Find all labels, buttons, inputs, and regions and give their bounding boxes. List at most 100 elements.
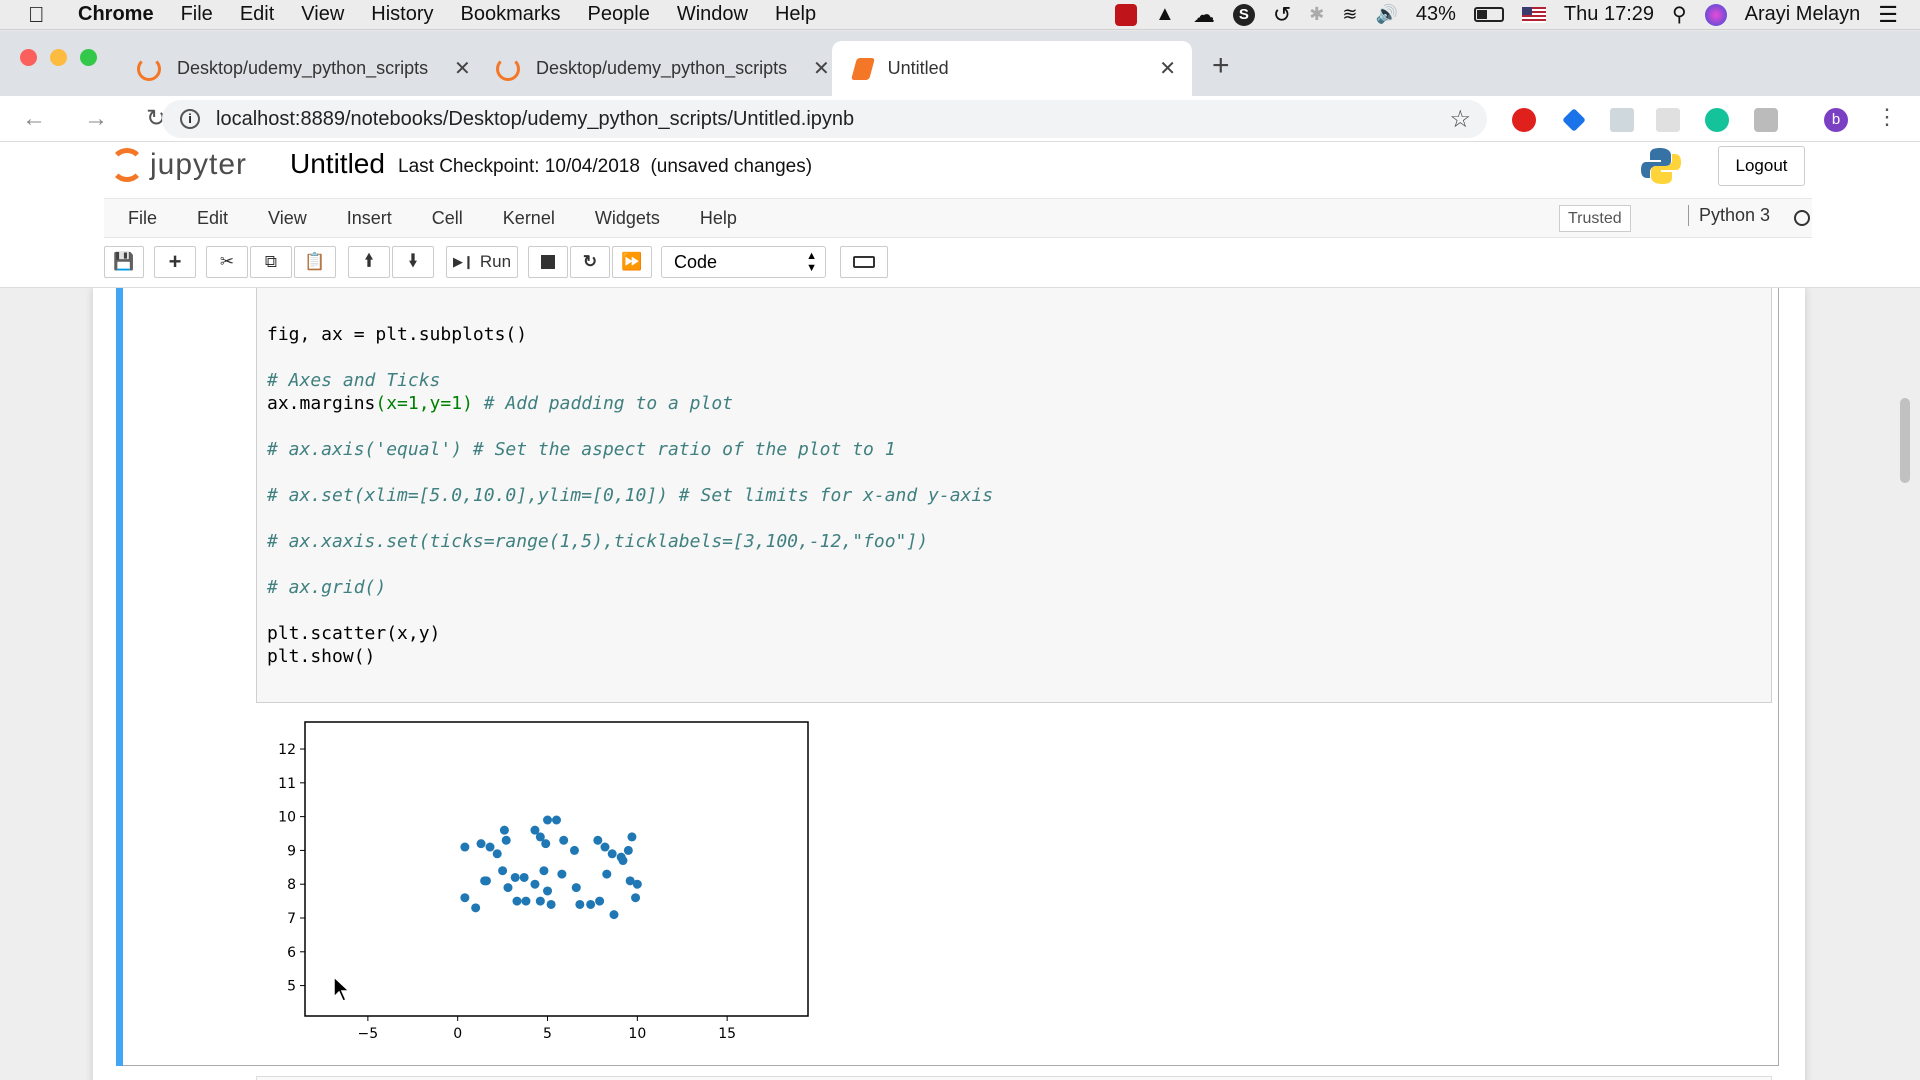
profile-avatar[interactable]: b — [1824, 108, 1848, 132]
scatter-point — [631, 893, 641, 903]
menu-file[interactable]: File — [181, 3, 213, 26]
y-tick-label: 10 — [278, 810, 296, 826]
copy-button[interactable]: ⧉ — [250, 246, 292, 278]
command-palette-button[interactable] — [840, 246, 888, 278]
scatter-point — [557, 869, 567, 879]
close-tab-icon[interactable]: ✕ — [1159, 56, 1176, 81]
nb-menu-file[interactable]: File — [128, 208, 157, 229]
menu-help[interactable]: Help — [775, 3, 816, 26]
notification-center-icon[interactable]: ☰ — [1878, 2, 1898, 28]
nb-menu-view[interactable]: View — [268, 208, 307, 229]
back-icon[interactable]: ← — [22, 105, 62, 133]
chrome-menu-icon[interactable]: ⋮ — [1876, 104, 1898, 130]
grammarly-extension-icon[interactable] — [1705, 108, 1729, 132]
scatter-point — [541, 839, 551, 849]
dropbox-extension-icon[interactable] — [1610, 108, 1634, 132]
code-line: fig, ax = plt.subplots() — [267, 323, 1761, 346]
save-button[interactable]: 💾 — [104, 246, 144, 278]
forward-icon[interactable]: → — [84, 105, 124, 133]
nb-menu-insert[interactable]: Insert — [347, 208, 392, 229]
interrupt-button[interactable] — [528, 246, 568, 278]
close-tab-icon[interactable]: ✕ — [813, 56, 830, 81]
nb-menu-help[interactable]: Help — [700, 208, 737, 229]
user-name[interactable]: Arayi Melayn — [1745, 3, 1861, 26]
scatter-point — [609, 910, 619, 920]
scatter-point — [543, 815, 553, 825]
insert-cell-button[interactable]: + — [154, 246, 196, 278]
extension-grid-icon[interactable] — [1656, 108, 1680, 132]
tab-1[interactable]: Desktop/udemy_python_scripts ✕ — [115, 41, 487, 96]
nb-menu-edit[interactable]: Edit — [197, 208, 228, 229]
menu-people[interactable]: People — [588, 3, 650, 26]
page-scrollbar[interactable] — [1900, 398, 1910, 483]
skype-icon[interactable]: S — [1232, 3, 1255, 26]
cloud-extension-icon[interactable] — [1754, 108, 1778, 132]
cut-button[interactable]: ✂ — [206, 246, 248, 278]
scatter-point — [623, 845, 633, 855]
close-tab-icon[interactable]: ✕ — [454, 56, 471, 81]
nb-menu-kernel[interactable]: Kernel — [503, 208, 555, 229]
trusted-badge[interactable]: Trusted — [1559, 205, 1631, 232]
plus-icon: + — [168, 249, 182, 274]
bluetooth-icon[interactable]: ✱ — [1309, 4, 1324, 25]
save-icon: 💾 — [113, 252, 135, 271]
clock[interactable]: Thu 17:29 — [1564, 3, 1654, 26]
time-machine-icon[interactable]: ↺ — [1273, 2, 1291, 28]
keyboard-icon — [853, 256, 875, 268]
battery-icon[interactable] — [1473, 7, 1504, 22]
scatter-point — [543, 886, 553, 896]
move-down-button[interactable]: 🠛 — [392, 246, 434, 278]
tab-strip: Desktop/udemy_python_scripts ✕ Desktop/u… — [0, 31, 1920, 96]
menu-edit[interactable]: Edit — [240, 3, 274, 26]
address-bar[interactable]: i localhost:8889/notebooks/Desktop/udemy… — [162, 100, 1487, 138]
notebook-menubar: File Edit View Insert Cell Kernel Widget… — [0, 198, 1920, 238]
menu-app-chrome[interactable]: Chrome — [78, 3, 154, 26]
nb-menu-widgets[interactable]: Widgets — [595, 208, 660, 229]
red-app-icon[interactable] — [1115, 3, 1138, 26]
apple-icon[interactable]:  — [28, 2, 68, 28]
site-info-icon[interactable]: i — [180, 109, 200, 129]
code-cell-input[interactable]: fig, ax = plt.subplots() # Axes and Tick… — [256, 288, 1772, 703]
bookmark-star-icon[interactable]: ☆ — [1449, 105, 1471, 134]
menu-view[interactable]: View — [301, 3, 344, 26]
close-window-button[interactable] — [20, 49, 37, 66]
siri-icon[interactable] — [1704, 3, 1727, 26]
spotlight-search-icon[interactable]: ⚲ — [1672, 2, 1687, 27]
logout-button[interactable]: Logout — [1718, 146, 1805, 186]
maximize-window-button[interactable] — [80, 49, 97, 66]
selected-cell-indicator — [116, 288, 123, 1066]
next-cell[interactable] — [256, 1076, 1772, 1080]
menu-window[interactable]: Window — [677, 3, 748, 26]
scissors-icon: ✂ — [219, 252, 235, 271]
vlc-icon[interactable]: ▲ — [1155, 3, 1175, 26]
tab-3-active[interactable]: Untitled ✕ — [832, 41, 1192, 96]
run-button[interactable]: ▶❙ Run — [446, 246, 518, 278]
code-comment: # Add padding to a plot — [472, 393, 734, 414]
jupyter-logo[interactable]: jupyter — [110, 148, 247, 182]
scatter-point — [512, 896, 522, 906]
minimize-window-button[interactable] — [50, 49, 67, 66]
restart-button[interactable]: ↻ — [570, 246, 610, 278]
cloud-upload-icon[interactable]: ☁ — [1193, 2, 1215, 28]
opera-vpn-extension-icon[interactable] — [1512, 108, 1536, 132]
scatter-point — [471, 903, 481, 913]
code-line: # ax.set(xlim=[5.0,10.0],ylim=[0,10]) # … — [267, 485, 994, 506]
notebook-title[interactable]: Untitled — [290, 148, 385, 180]
scatter-point — [485, 842, 495, 852]
menu-bookmarks[interactable]: Bookmarks — [461, 3, 561, 26]
menu-history[interactable]: History — [371, 3, 433, 26]
volume-icon[interactable]: 🔊 — [1375, 4, 1397, 25]
move-up-button[interactable]: 🠙 — [348, 246, 390, 278]
url-text[interactable]: localhost:8889/notebooks/Desktop/udemy_p… — [216, 108, 854, 131]
wifi-icon[interactable]: ≋ — [1342, 4, 1357, 25]
scatter-point — [593, 835, 603, 845]
extension-blue-icon[interactable] — [1562, 108, 1586, 132]
new-tab-icon[interactable]: + — [1212, 49, 1230, 83]
scatter-point — [501, 835, 511, 845]
cell-type-select[interactable]: Code ▲ ▼ — [661, 246, 826, 278]
tab-2[interactable]: Desktop/udemy_python_scripts ✕ — [474, 41, 846, 96]
us-flag-icon[interactable] — [1521, 6, 1546, 23]
nb-menu-cell[interactable]: Cell — [432, 208, 463, 229]
restart-run-all-button[interactable]: ⏩ — [612, 246, 652, 278]
paste-button[interactable]: 📋 — [294, 246, 336, 278]
